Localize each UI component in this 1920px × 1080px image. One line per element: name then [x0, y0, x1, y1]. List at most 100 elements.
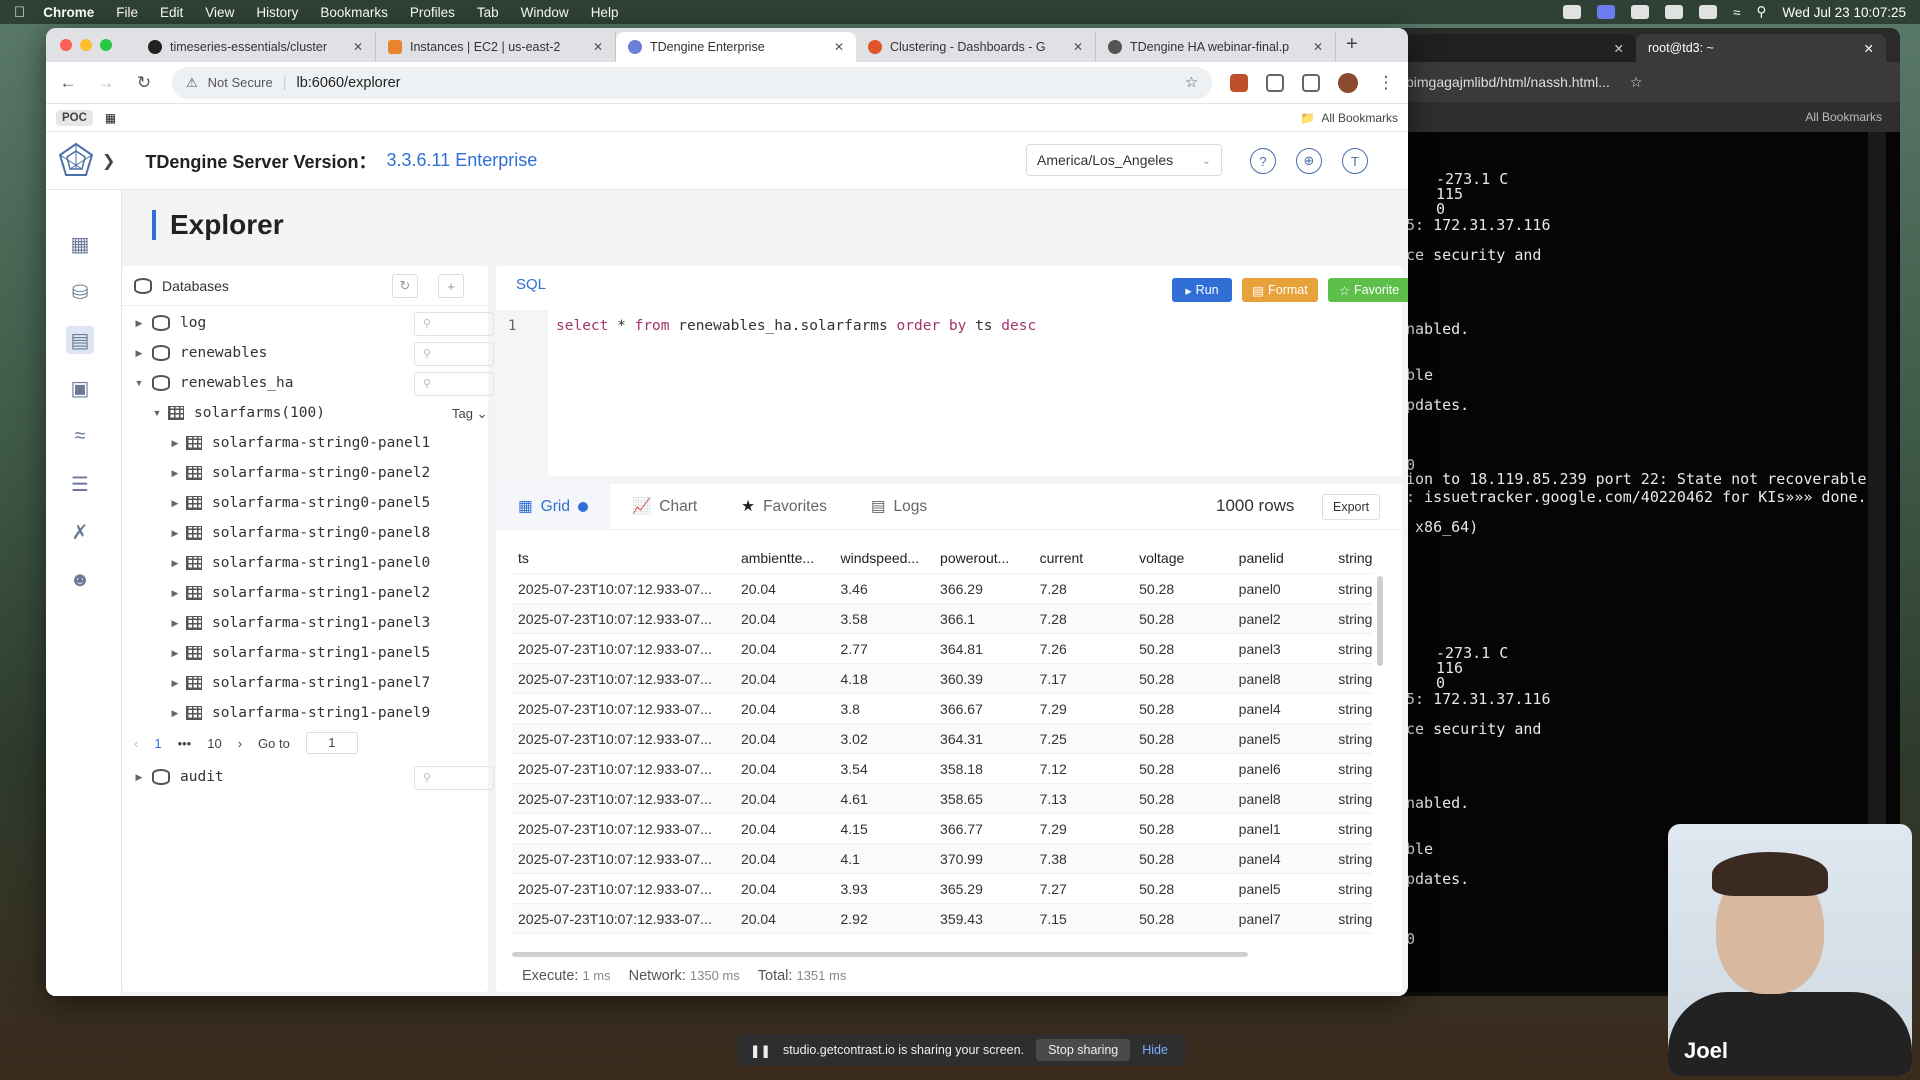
table-cell[interactable]: string — [1332, 611, 1372, 627]
close-icon[interactable]: ✕ — [1073, 40, 1083, 54]
search-input[interactable]: ⚲ — [414, 312, 494, 336]
table-cell[interactable]: 2025-07-23T10:07:12.933-07... — [512, 791, 735, 807]
table-cell[interactable]: 20.04 — [735, 851, 835, 867]
reload-button[interactable]: ↻ — [134, 73, 154, 93]
tab-favorites[interactable]: ★ Favorites — [719, 484, 849, 530]
caret-right-icon[interactable]: ▶ — [132, 348, 146, 359]
star-icon[interactable]: ☆ — [1185, 75, 1198, 91]
table-cell[interactable]: 364.31 — [934, 731, 1034, 747]
table-cell[interactable]: 50.28 — [1133, 611, 1233, 627]
table-row[interactable]: 2025-07-23T10:07:12.933-07... 20.04 4.15 36… — [512, 814, 1372, 844]
tools-icon[interactable]: ✗ — [66, 518, 94, 546]
table-cell[interactable]: 2025-07-23T10:07:12.933-07... — [512, 821, 735, 837]
table-cell[interactable]: 50.28 — [1133, 671, 1233, 687]
wifi-icon[interactable]: ≈ — [1733, 5, 1740, 20]
caret-down-icon[interactable]: ▼ — [150, 408, 164, 418]
tab-ec2[interactable]: Instances | EC2 | us-east-2 ✕ — [376, 32, 616, 62]
table-cell[interactable]: 2025-07-23T10:07:12.933-07... — [512, 701, 735, 717]
bookmark-poc[interactable]: POC — [56, 109, 93, 126]
table-cell[interactable]: 3.58 — [834, 611, 934, 627]
puzzle-icon[interactable] — [1266, 73, 1284, 92]
table-cell[interactable]: 50.28 — [1133, 851, 1233, 867]
menu-app[interactable]: Chrome — [43, 5, 94, 20]
tree-table[interactable]: ▶ solarfarma-string0-panel2 — [168, 458, 534, 488]
minimize-window-button[interactable] — [80, 39, 92, 51]
table-cell[interactable]: panel4 — [1233, 851, 1333, 867]
table-row[interactable]: 2025-07-23T10:07:12.933-07... 20.04 4.1 370… — [512, 844, 1372, 874]
page-ellipsis[interactable]: ••• — [178, 736, 192, 751]
table-row[interactable]: 2025-07-23T10:07:12.933-07... 20.04 3.54 35… — [512, 754, 1372, 784]
caret-down-icon[interactable]: ▼ — [132, 378, 146, 388]
close-icon[interactable]: ✕ — [353, 40, 363, 54]
menu-help[interactable]: Help — [591, 5, 619, 20]
tab-grafana[interactable]: Clustering - Dashboards - G ✕ — [856, 32, 1096, 62]
menu-tab[interactable]: Tab — [477, 5, 499, 20]
table-cell[interactable]: 3.02 — [834, 731, 934, 747]
new-tab-button[interactable]: + — [1336, 33, 1368, 62]
table-cell[interactable]: 50.28 — [1133, 581, 1233, 597]
caret-right-icon[interactable]: ▶ — [168, 678, 182, 689]
table-row[interactable]: 2025-07-23T10:07:12.933-07... 20.04 3.02 36… — [512, 724, 1372, 754]
table-cell[interactable]: 7.29 — [1034, 701, 1134, 717]
table-cell[interactable]: panel8 — [1233, 671, 1333, 687]
close-icon[interactable]: ✕ — [593, 40, 603, 54]
caret-right-icon[interactable]: ▶ — [168, 618, 182, 629]
grid-horizontal-scrollbar[interactable] — [512, 952, 1248, 957]
table-cell[interactable]: string — [1332, 881, 1372, 897]
table-cell[interactable]: 358.65 — [934, 791, 1034, 807]
caret-right-icon[interactable]: ▶ — [168, 438, 182, 449]
caret-right-icon[interactable]: ▶ — [168, 648, 182, 659]
back-button[interactable]: ← — [58, 73, 78, 93]
next-page-icon[interactable]: › — [238, 736, 242, 751]
table-row[interactable]: 2025-07-23T10:07:12.933-07... 20.04 3.58 36… — [512, 604, 1372, 634]
table-cell[interactable]: 4.18 — [834, 671, 934, 687]
table-cell[interactable]: string — [1332, 701, 1372, 717]
table-cell[interactable]: 20.04 — [735, 671, 835, 687]
data-in-icon[interactable]: ⛁ — [66, 278, 94, 306]
tree-table[interactable]: ▶ solarfarma-string0-panel8 — [168, 518, 534, 548]
column-header[interactable]: windspeed... — [834, 550, 934, 566]
tree-table[interactable]: ▶ solarfarma-string1-panel3 — [168, 608, 534, 638]
table-cell[interactable]: 50.28 — [1133, 911, 1233, 927]
tag-filter[interactable]: Tag ⌄ — [452, 406, 487, 422]
caret-right-icon[interactable]: ▶ — [168, 708, 182, 719]
profile-avatar[interactable] — [1338, 72, 1358, 93]
help-icon[interactable]: ? — [1250, 148, 1276, 174]
table-cell[interactable]: panel1 — [1233, 821, 1333, 837]
table-cell[interactable]: panel7 — [1233, 911, 1333, 927]
caret-right-icon[interactable]: ▶ — [168, 588, 182, 599]
caret-right-icon[interactable]: ▶ — [168, 558, 182, 569]
results-grid[interactable]: ts ambientte... windspeed... powerout...… — [512, 542, 1372, 942]
table-cell[interactable]: 2.92 — [834, 911, 934, 927]
side-panel-icon[interactable] — [1302, 73, 1320, 92]
table-cell[interactable]: 7.13 — [1034, 791, 1134, 807]
table-cell[interactable]: panel4 — [1233, 701, 1333, 717]
table-cell[interactable]: 20.04 — [735, 701, 835, 717]
subscription-icon[interactable]: ☰ — [66, 470, 94, 498]
menu-view[interactable]: View — [205, 5, 234, 20]
search-input[interactable]: ⚲ — [414, 372, 494, 396]
table-cell[interactable]: string — [1332, 821, 1372, 837]
table-row[interactable]: 2025-07-23T10:07:12.933-07... 20.04 4.18 36… — [512, 664, 1372, 694]
caret-right-icon[interactable]: ▶ — [168, 468, 182, 479]
extension-icon[interactable] — [1230, 73, 1248, 92]
format-button[interactable]: ▤ Format — [1242, 278, 1318, 302]
table-cell[interactable]: string — [1332, 581, 1372, 597]
table-cell[interactable]: 7.29 — [1034, 821, 1134, 837]
table-cell[interactable]: 2025-07-23T10:07:12.933-07... — [512, 641, 735, 657]
forward-button[interactable]: → — [96, 73, 116, 93]
programming-icon[interactable]: ▣ — [66, 374, 94, 402]
zoom-window-button[interactable] — [100, 39, 112, 51]
column-header[interactable]: powerout... — [934, 550, 1034, 566]
table-cell[interactable]: 50.28 — [1133, 881, 1233, 897]
caret-right-icon[interactable]: ▶ — [168, 528, 182, 539]
menu-profiles[interactable]: Profiles — [410, 5, 455, 20]
page-first[interactable]: 1 — [154, 736, 161, 751]
tdengine-logo-icon[interactable] — [56, 141, 96, 181]
caret-right-icon[interactable]: ▶ — [132, 318, 146, 329]
caret-right-icon[interactable]: ▶ — [168, 498, 182, 509]
table-cell[interactable]: 50.28 — [1133, 761, 1233, 777]
tree-table[interactable]: ▶ solarfarma-string0-panel5 — [168, 488, 534, 518]
table-cell[interactable]: 50.28 — [1133, 701, 1233, 717]
table-cell[interactable]: 364.81 — [934, 641, 1034, 657]
